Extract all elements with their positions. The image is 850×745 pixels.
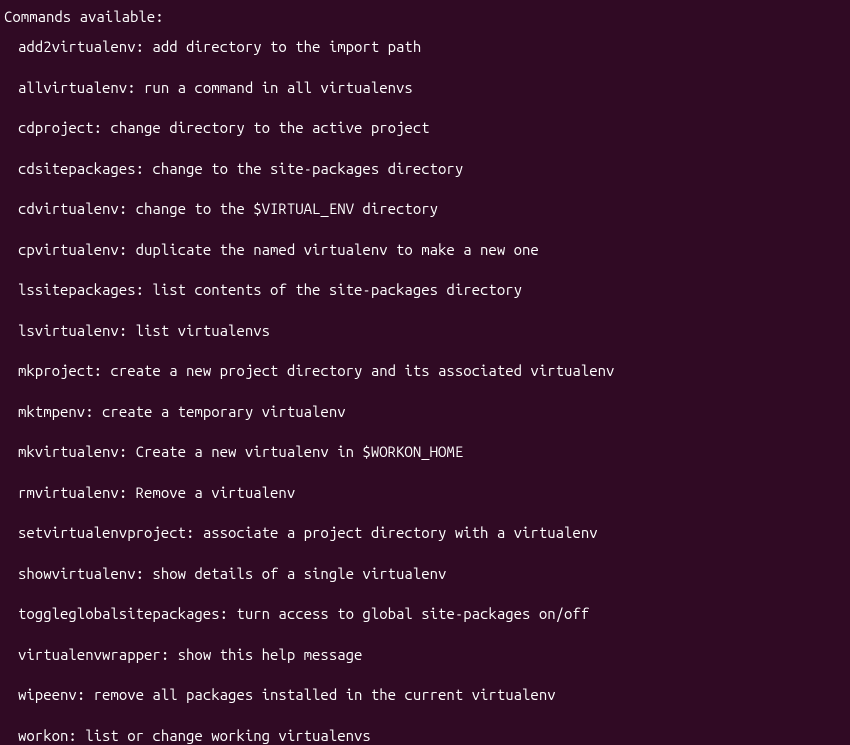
command-description: create a new project directory and its a… <box>110 362 614 379</box>
command-description: show details of a single virtualenv <box>152 565 446 582</box>
command-name: setvirtualenvproject <box>18 524 186 541</box>
command-description: list virtualenvs <box>136 322 270 339</box>
command-list: add2virtualenv: add directory to the imp… <box>4 37 846 745</box>
command-description: duplicate the named virtualenv to make a… <box>136 241 539 258</box>
command-description: create a temporary virtualenv <box>102 403 346 420</box>
command-name: lsvirtualenv <box>18 322 119 339</box>
command-entry: mkvirtualenv: Create a new virtualenv in… <box>18 442 846 462</box>
command-entry: mktmpenv: create a temporary virtualenv <box>18 402 846 422</box>
command-description: add directory to the import path <box>152 38 421 55</box>
command-description: list or change working virtualenvs <box>85 727 371 744</box>
command-entry: cdproject: change directory to the activ… <box>18 118 846 138</box>
command-description: remove all packages installed in the cur… <box>94 686 556 703</box>
command-name: mktmpenv <box>18 403 85 420</box>
command-description: Remove a virtualenv <box>136 484 296 501</box>
command-name: workon <box>18 727 68 744</box>
command-entry: cdvirtualenv: change to the $VIRTUAL_ENV… <box>18 199 846 219</box>
command-name: allvirtualenv <box>18 79 127 96</box>
command-entry: allvirtualenv: run a command in all virt… <box>18 78 846 98</box>
command-entry: toggleglobalsitepackages: turn access to… <box>18 604 846 624</box>
command-name: toggleglobalsitepackages <box>18 605 220 622</box>
command-description: turn access to global site-packages on/o… <box>236 605 589 622</box>
commands-header: Commands available: <box>4 8 846 25</box>
command-entry: setvirtualenvproject: associate a projec… <box>18 523 846 543</box>
command-entry: lsvirtualenv: list virtualenvs <box>18 321 846 341</box>
command-description: change to the $VIRTUAL_ENV directory <box>136 200 438 217</box>
command-description: run a command in all virtualenvs <box>144 79 413 96</box>
command-name: virtualenvwrapper <box>18 646 161 663</box>
command-name: rmvirtualenv <box>18 484 119 501</box>
command-name: cpvirtualenv <box>18 241 119 258</box>
command-name: showvirtualenv <box>18 565 136 582</box>
command-name: wipeenv <box>18 686 77 703</box>
command-name: cdproject <box>18 119 94 136</box>
command-description: associate a project directory with a vir… <box>203 524 598 541</box>
command-description: change directory to the active project <box>110 119 429 136</box>
command-entry: rmvirtualenv: Remove a virtualenv <box>18 483 846 503</box>
command-name: mkvirtualenv <box>18 443 119 460</box>
terminal-output: Commands available: add2virtualenv: add … <box>4 8 846 745</box>
command-entry: virtualenvwrapper: show this help messag… <box>18 645 846 665</box>
command-name: mkproject <box>18 362 94 379</box>
command-entry: workon: list or change working virtualen… <box>18 726 846 745</box>
command-description: list contents of the site-packages direc… <box>152 281 522 298</box>
command-entry: lssitepackages: list contents of the sit… <box>18 280 846 300</box>
command-entry: cpvirtualenv: duplicate the named virtua… <box>18 240 846 260</box>
command-name: add2virtualenv <box>18 38 136 55</box>
command-entry: wipeenv: remove all packages installed i… <box>18 685 846 705</box>
command-description: show this help message <box>178 646 363 663</box>
command-entry: add2virtualenv: add directory to the imp… <box>18 37 846 57</box>
command-description: Create a new virtualenv in $WORKON_HOME <box>136 443 464 460</box>
command-description: change to the site-packages directory <box>152 160 463 177</box>
command-entry: cdsitepackages: change to the site-packa… <box>18 159 846 179</box>
command-entry: showvirtualenv: show details of a single… <box>18 564 846 584</box>
command-name: cdvirtualenv <box>18 200 119 217</box>
command-name: cdsitepackages <box>18 160 136 177</box>
command-name: lssitepackages <box>18 281 136 298</box>
command-entry: mkproject: create a new project director… <box>18 361 846 381</box>
